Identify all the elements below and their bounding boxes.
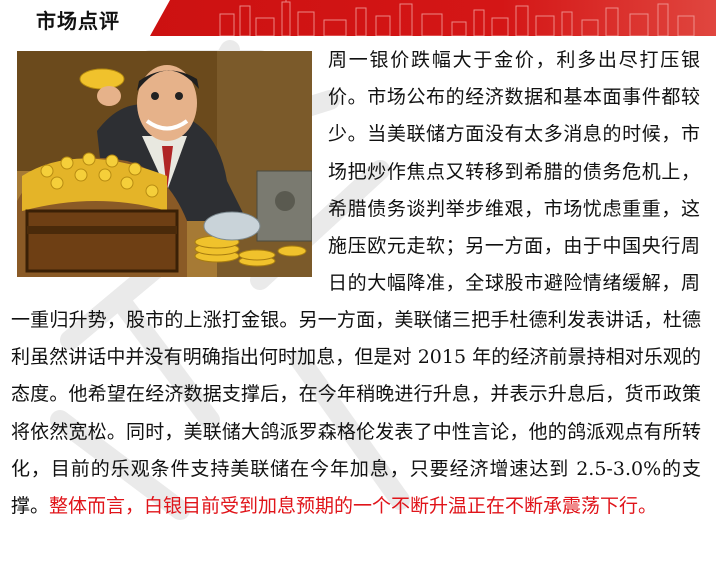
section-title: 市场点评: [36, 9, 120, 33]
paragraph-main-text: 一重归升势，股市的上涨打金银。另一方面，美联储三把手杜德利发表讲话，杜德利虽然讲…: [11, 309, 701, 518]
paragraph-main: 一重归升势，股市的上涨打金银。另一方面，美联储三把手杜德利发表讲话，杜德利虽然讲…: [11, 302, 701, 525]
paragraph-right-column: 周一银价跌幅大于金价，利多出尽打压银价。市场公布的经济数据和基本面事件都较少。当…: [328, 49, 700, 295]
header-tab-corner: [150, 0, 170, 36]
section-header: 市场点评: [0, 0, 716, 36]
conclusion-text: 整体而言，白银目前受到加息预期的一个不断升温正在不断承震荡下行。: [49, 495, 658, 518]
cartoon-man-gold-treasure-chest-image: [17, 51, 312, 277]
city-skyline-decoration: [219, 0, 695, 36]
